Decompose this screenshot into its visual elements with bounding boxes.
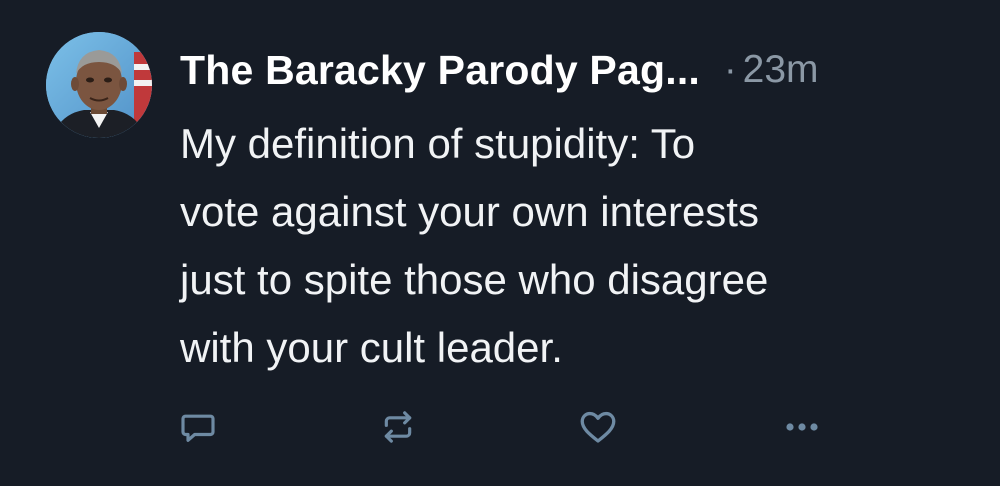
more-icon: [786, 423, 818, 431]
action-bar: [0, 405, 1000, 449]
reply-button[interactable]: [176, 405, 220, 449]
post-text-line: with your cult leader.: [180, 324, 563, 371]
post-text-line: My definition of stupidity: To: [180, 120, 696, 167]
post-text-line: just to spite those who disagree: [180, 256, 769, 303]
post-text-line: vote against your own interests: [180, 188, 759, 235]
like-button[interactable]: [576, 405, 620, 449]
more-options-button[interactable]: [780, 405, 824, 449]
post-card: The Baracky Parody Pag... · 23m My defin…: [0, 0, 1000, 486]
author-avatar[interactable]: [46, 32, 152, 138]
repost-button[interactable]: [376, 405, 420, 449]
separator-dot: ·: [724, 48, 737, 91]
repost-icon: [384, 411, 412, 443]
author-name[interactable]: The Baracky Parody Pag...: [180, 47, 700, 94]
avatar-image: [46, 32, 152, 138]
heart-icon: [580, 411, 616, 443]
reply-icon: [181, 414, 215, 442]
post-timestamp[interactable]: 23m: [743, 48, 819, 92]
post-text: My definition of stupidity: To vote agai…: [180, 110, 980, 382]
post-header: The Baracky Parody Pag... · 23m: [180, 42, 819, 98]
